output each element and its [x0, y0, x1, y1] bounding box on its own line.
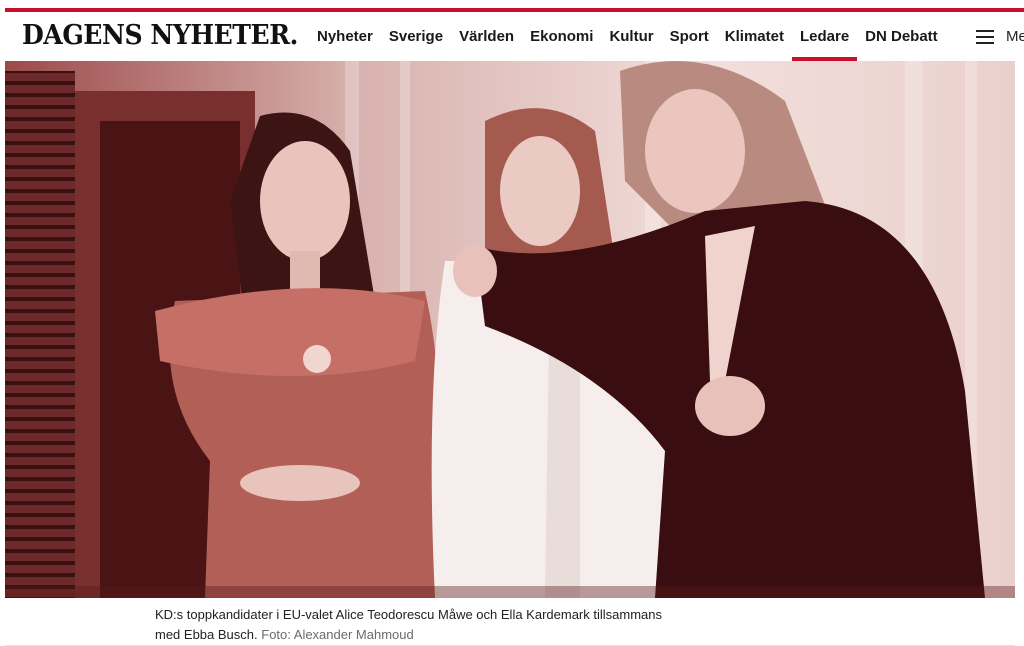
- nav-item-ledare[interactable]: Ledare: [791, 12, 858, 61]
- nav-item-dn-debatt[interactable]: DN Debatt: [857, 12, 946, 61]
- nav-item-kultur[interactable]: Kultur: [601, 12, 661, 61]
- main-navigation: Nyheter Sverige Världen Ekonomi Kultur S…: [309, 12, 946, 61]
- nav-item-sport[interactable]: Sport: [662, 12, 717, 61]
- nav-item-klimatet[interactable]: Klimatet: [717, 12, 792, 61]
- nav-item-ekonomi[interactable]: Ekonomi: [522, 12, 601, 61]
- menu-label: Me: [1006, 28, 1024, 45]
- site-logo[interactable]: DAGENS NYHETER.: [22, 20, 298, 51]
- nav-item-sverige[interactable]: Sverige: [381, 12, 451, 61]
- nav-item-varlden[interactable]: Världen: [451, 12, 522, 61]
- site-header: DAGENS NYHETER. Nyheter Sverige Världen …: [0, 12, 1024, 61]
- image-caption: KD:s toppkandidater i EU-valet Alice Teo…: [155, 605, 675, 645]
- article-hero-image: [5, 61, 1015, 598]
- hamburger-menu-icon: [976, 29, 994, 44]
- nav-item-nyheter[interactable]: Nyheter: [309, 12, 381, 61]
- photo-credit: Foto: Alexander Mahmoud: [261, 627, 414, 642]
- menu-button[interactable]: Me: [976, 12, 1024, 61]
